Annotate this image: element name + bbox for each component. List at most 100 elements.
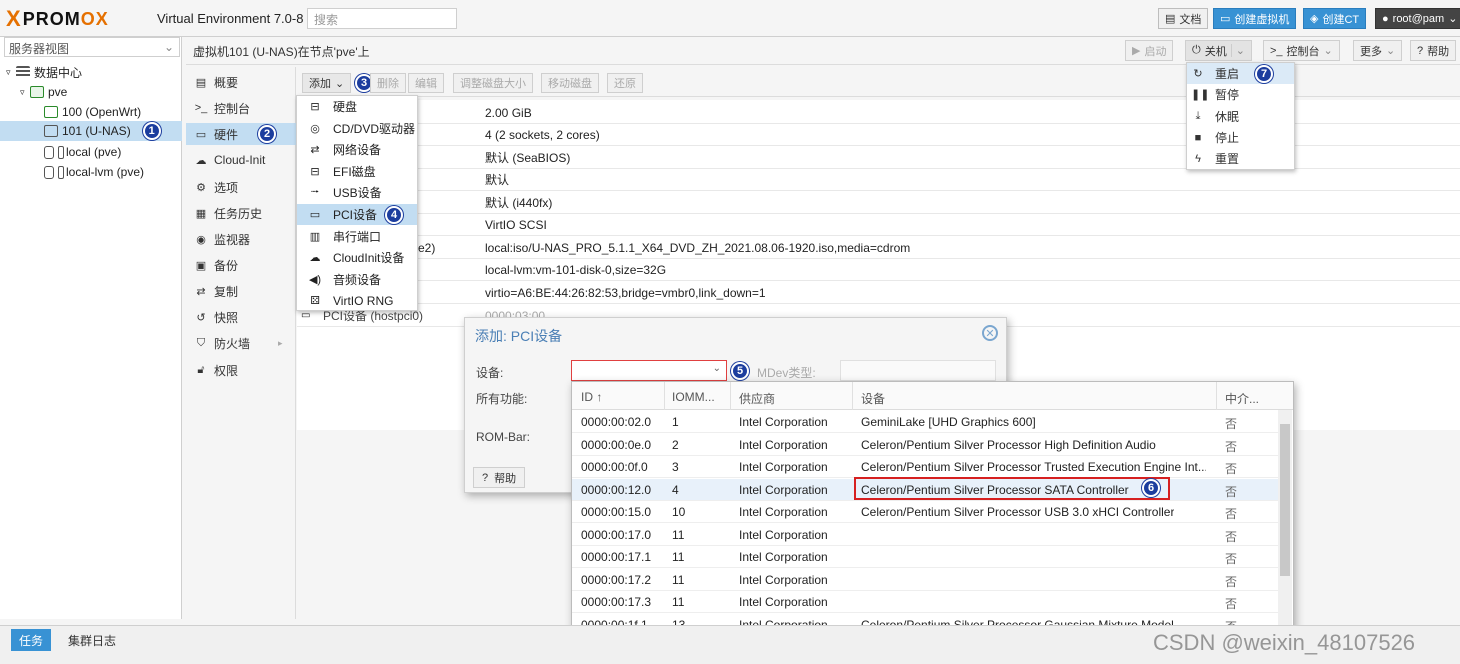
table-row[interactable]: 0000:00:02.0 1 Intel Corporation GeminiLake…	[572, 411, 1278, 433]
rombar-label: ROM-Bar:	[476, 430, 530, 444]
menu-item-hard-disk[interactable]: ⊟ 硬盘	[297, 96, 417, 117]
hardware-row[interactable]: e2) local:iso/U-NAS_PRO_5.1.1_X64_DVD_ZH_…	[297, 237, 1460, 259]
start-button[interactable]: ▶ 启动	[1125, 40, 1174, 61]
cloud-icon: ☁	[195, 154, 207, 167]
menu-item-efi-disk[interactable]: ⊟ EFI磁盘	[297, 161, 417, 182]
table-row[interactable]: 0000:00:15.0 10 Intel Corporation Celeron/P…	[572, 501, 1278, 523]
create-vm-button[interactable]: ▭ 创建虚拟机	[1213, 8, 1297, 29]
menu-item-pause[interactable]: ❚❚ 暂停	[1187, 84, 1294, 105]
menu-item-stop[interactable]: ■ 停止	[1187, 127, 1294, 148]
move-disk-button[interactable]: 移动磁盘	[541, 73, 599, 93]
step-badge-4: 4	[385, 205, 404, 224]
tree-item-vm-100[interactable]: 100 (OpenWrt)	[0, 102, 182, 122]
add-button[interactable]: 添加 ⌄	[302, 73, 352, 93]
view-select[interactable]: 服务器视图 ⌄	[4, 37, 180, 57]
menu-item-pci[interactable]: ▭ PCI设备 4	[297, 204, 417, 225]
table-row[interactable]: 0000:00:17.1 11 Intel Corporation 否	[572, 546, 1278, 568]
tab-cluster-log[interactable]: 集群日志	[60, 629, 124, 651]
menu-item-network[interactable]: ⇄ 网络设备	[297, 139, 417, 160]
cell-vendor: Intel Corporation	[739, 437, 828, 452]
create-ct-button[interactable]: ◈ 创建CT	[1303, 8, 1367, 29]
tree-item-vm-101[interactable]: 101 (U-NAS) 1	[0, 121, 182, 141]
step-badge-2: 2	[258, 125, 277, 143]
device-select[interactable]: ⌄	[571, 360, 727, 381]
resize-disk-button[interactable]: 调整磁盘大小	[453, 73, 533, 93]
console-button[interactable]: >_ 控制台 ⌄	[1263, 40, 1340, 61]
nav-item-summary[interactable]: ▤ 概要	[186, 71, 296, 93]
column-header-mediated[interactable]: 中介...	[1225, 390, 1259, 407]
tab-tasks[interactable]: 任务	[11, 629, 52, 651]
hardware-row[interactable]: local-lvm:vm-101-disk-0,size=32G	[297, 259, 1460, 281]
pause-icon: ❚❚	[1191, 89, 1210, 101]
mdev-type-select[interactable]	[840, 360, 996, 381]
column-header-device[interactable]: 设备	[861, 390, 885, 407]
menu-item-virtio-rng[interactable]: ⚄ VirtIO RNG	[297, 290, 417, 311]
tree-item-storage-local-lvm[interactable]: local-lvm (pve)	[0, 162, 182, 182]
stop-icon: ■	[1194, 131, 1202, 144]
menu-item-audio[interactable]: ◀) 音频设备	[297, 269, 417, 290]
nav-item-firewall[interactable]: ⛉ 防火墙 ▸	[186, 332, 296, 354]
chevron-down-icon[interactable]: ⌄	[1230, 44, 1245, 57]
remove-button[interactable]: 删除	[370, 73, 406, 93]
menu-item-hibernate[interactable]: ⤓ 休眠	[1187, 106, 1294, 127]
user-menu-button[interactable]: ● root@pam ⌄	[1375, 8, 1460, 29]
menu-item-reset[interactable]: ϟ 重置	[1187, 148, 1294, 169]
cell-vendor: Intel Corporation	[739, 505, 828, 519]
page-title: 虚拟机101 (U-NAS)在节点'pve'上	[193, 45, 370, 59]
usb-icon: ⭬	[310, 186, 320, 198]
table-row[interactable]: 0000:00:17.3 11 Intel Corporation 否	[572, 591, 1278, 613]
column-header-id[interactable]: ID ↑	[581, 390, 602, 404]
hardware-row[interactable]: 默认 (i440fx)	[297, 192, 1460, 214]
close-icon[interactable]: ✕	[982, 325, 998, 341]
tree-item-storage-local[interactable]: local (pve)	[0, 142, 182, 162]
column-header-iommu[interactable]: IOMM...	[672, 390, 715, 404]
table-row[interactable]: 0000:00:17.2 11 Intel Corporation 否	[572, 569, 1278, 591]
nav-item-permissions[interactable]: 🔓︎ 权限	[186, 359, 296, 381]
nav-item-monitor[interactable]: ◉ 监视器	[186, 228, 296, 250]
more-button[interactable]: 更多 ⌄	[1353, 40, 1403, 61]
scrollbar-thumb[interactable]	[1280, 424, 1290, 576]
nav-item-console[interactable]: >_ 控制台	[186, 97, 296, 119]
tree-item-node-pve[interactable]: ▿ pve	[0, 82, 182, 102]
table-row[interactable]: 0000:00:0e.0 2 Intel Corporation Celeron/Pe…	[572, 434, 1278, 456]
nav-item-snapshots[interactable]: ↺ 快照	[186, 306, 296, 328]
pci-card-icon: ▭	[309, 209, 321, 221]
menu-item-cloudinit[interactable]: ☁ CloudInit设备	[297, 247, 417, 268]
nav-item-task-history[interactable]: ▦ 任务历史	[186, 202, 296, 224]
cell-id: 0000:00:02.0	[581, 415, 652, 429]
menu-item-serial-port[interactable]: ▥ 串行端口	[297, 226, 417, 247]
device-label: 设备:	[476, 366, 504, 380]
hardware-row[interactable]: 默认	[297, 169, 1460, 191]
hardware-row[interactable]: virtio=A6:BE:44:26:82:53,bridge=vmbr0,li…	[297, 282, 1460, 304]
terminal-icon: >_	[194, 102, 208, 114]
docs-button[interactable]: ▤ 文档	[1158, 8, 1209, 29]
cell-mdev: 否	[1225, 462, 1238, 476]
eye-icon: ◉	[196, 233, 206, 246]
storage-icon	[44, 165, 54, 179]
nav-item-hardware[interactable]: ▭ 硬件 2	[186, 123, 296, 145]
gear-icon: ⚙	[196, 181, 206, 194]
column-header-vendor[interactable]: 供应商	[739, 390, 775, 407]
menu-item-cd-dvd[interactable]: ◎ CD/DVD驱动器	[297, 118, 417, 139]
cell-vendor: Intel Corporation	[739, 460, 828, 474]
revert-button[interactable]: 还原	[607, 73, 643, 93]
table-row[interactable]: 0000:00:0f.0 3 Intel Corporation Celeron/Pe…	[572, 456, 1278, 478]
chevron-right-icon: ▸	[278, 337, 283, 348]
nav-item-replication[interactable]: ⇄ 复制	[186, 280, 296, 302]
play-icon: ▶	[1132, 45, 1141, 57]
nav-item-cloud-init[interactable]: ☁ Cloud-Init	[186, 149, 296, 171]
search-input[interactable]: 搜索	[307, 8, 457, 29]
menu-item-reboot[interactable]: ↻ 重启 7	[1187, 63, 1294, 84]
table-row[interactable]: 0000:00:17.0 11 Intel Corporation 否	[572, 524, 1278, 546]
dialog-help-button[interactable]: ? 帮助	[473, 467, 526, 488]
cell-mdev: 否	[1225, 417, 1238, 431]
edit-button[interactable]: 编辑	[408, 73, 444, 93]
shutdown-button[interactable]: ⏻ 关机 ⌄	[1185, 40, 1252, 61]
nav-item-options[interactable]: ⚙ 选项	[186, 176, 296, 198]
hardware-row[interactable]: VirtIO SCSI	[297, 214, 1460, 236]
tree-item-datacenter[interactable]: ▿ 数据中心	[0, 62, 182, 82]
help-button[interactable]: ? 帮助	[1410, 40, 1457, 61]
nav-item-backup[interactable]: ▣ 备份	[186, 254, 296, 276]
menu-item-usb[interactable]: ⭬ USB设备	[297, 182, 417, 203]
cell-id: 0000:00:17.1	[581, 550, 652, 564]
